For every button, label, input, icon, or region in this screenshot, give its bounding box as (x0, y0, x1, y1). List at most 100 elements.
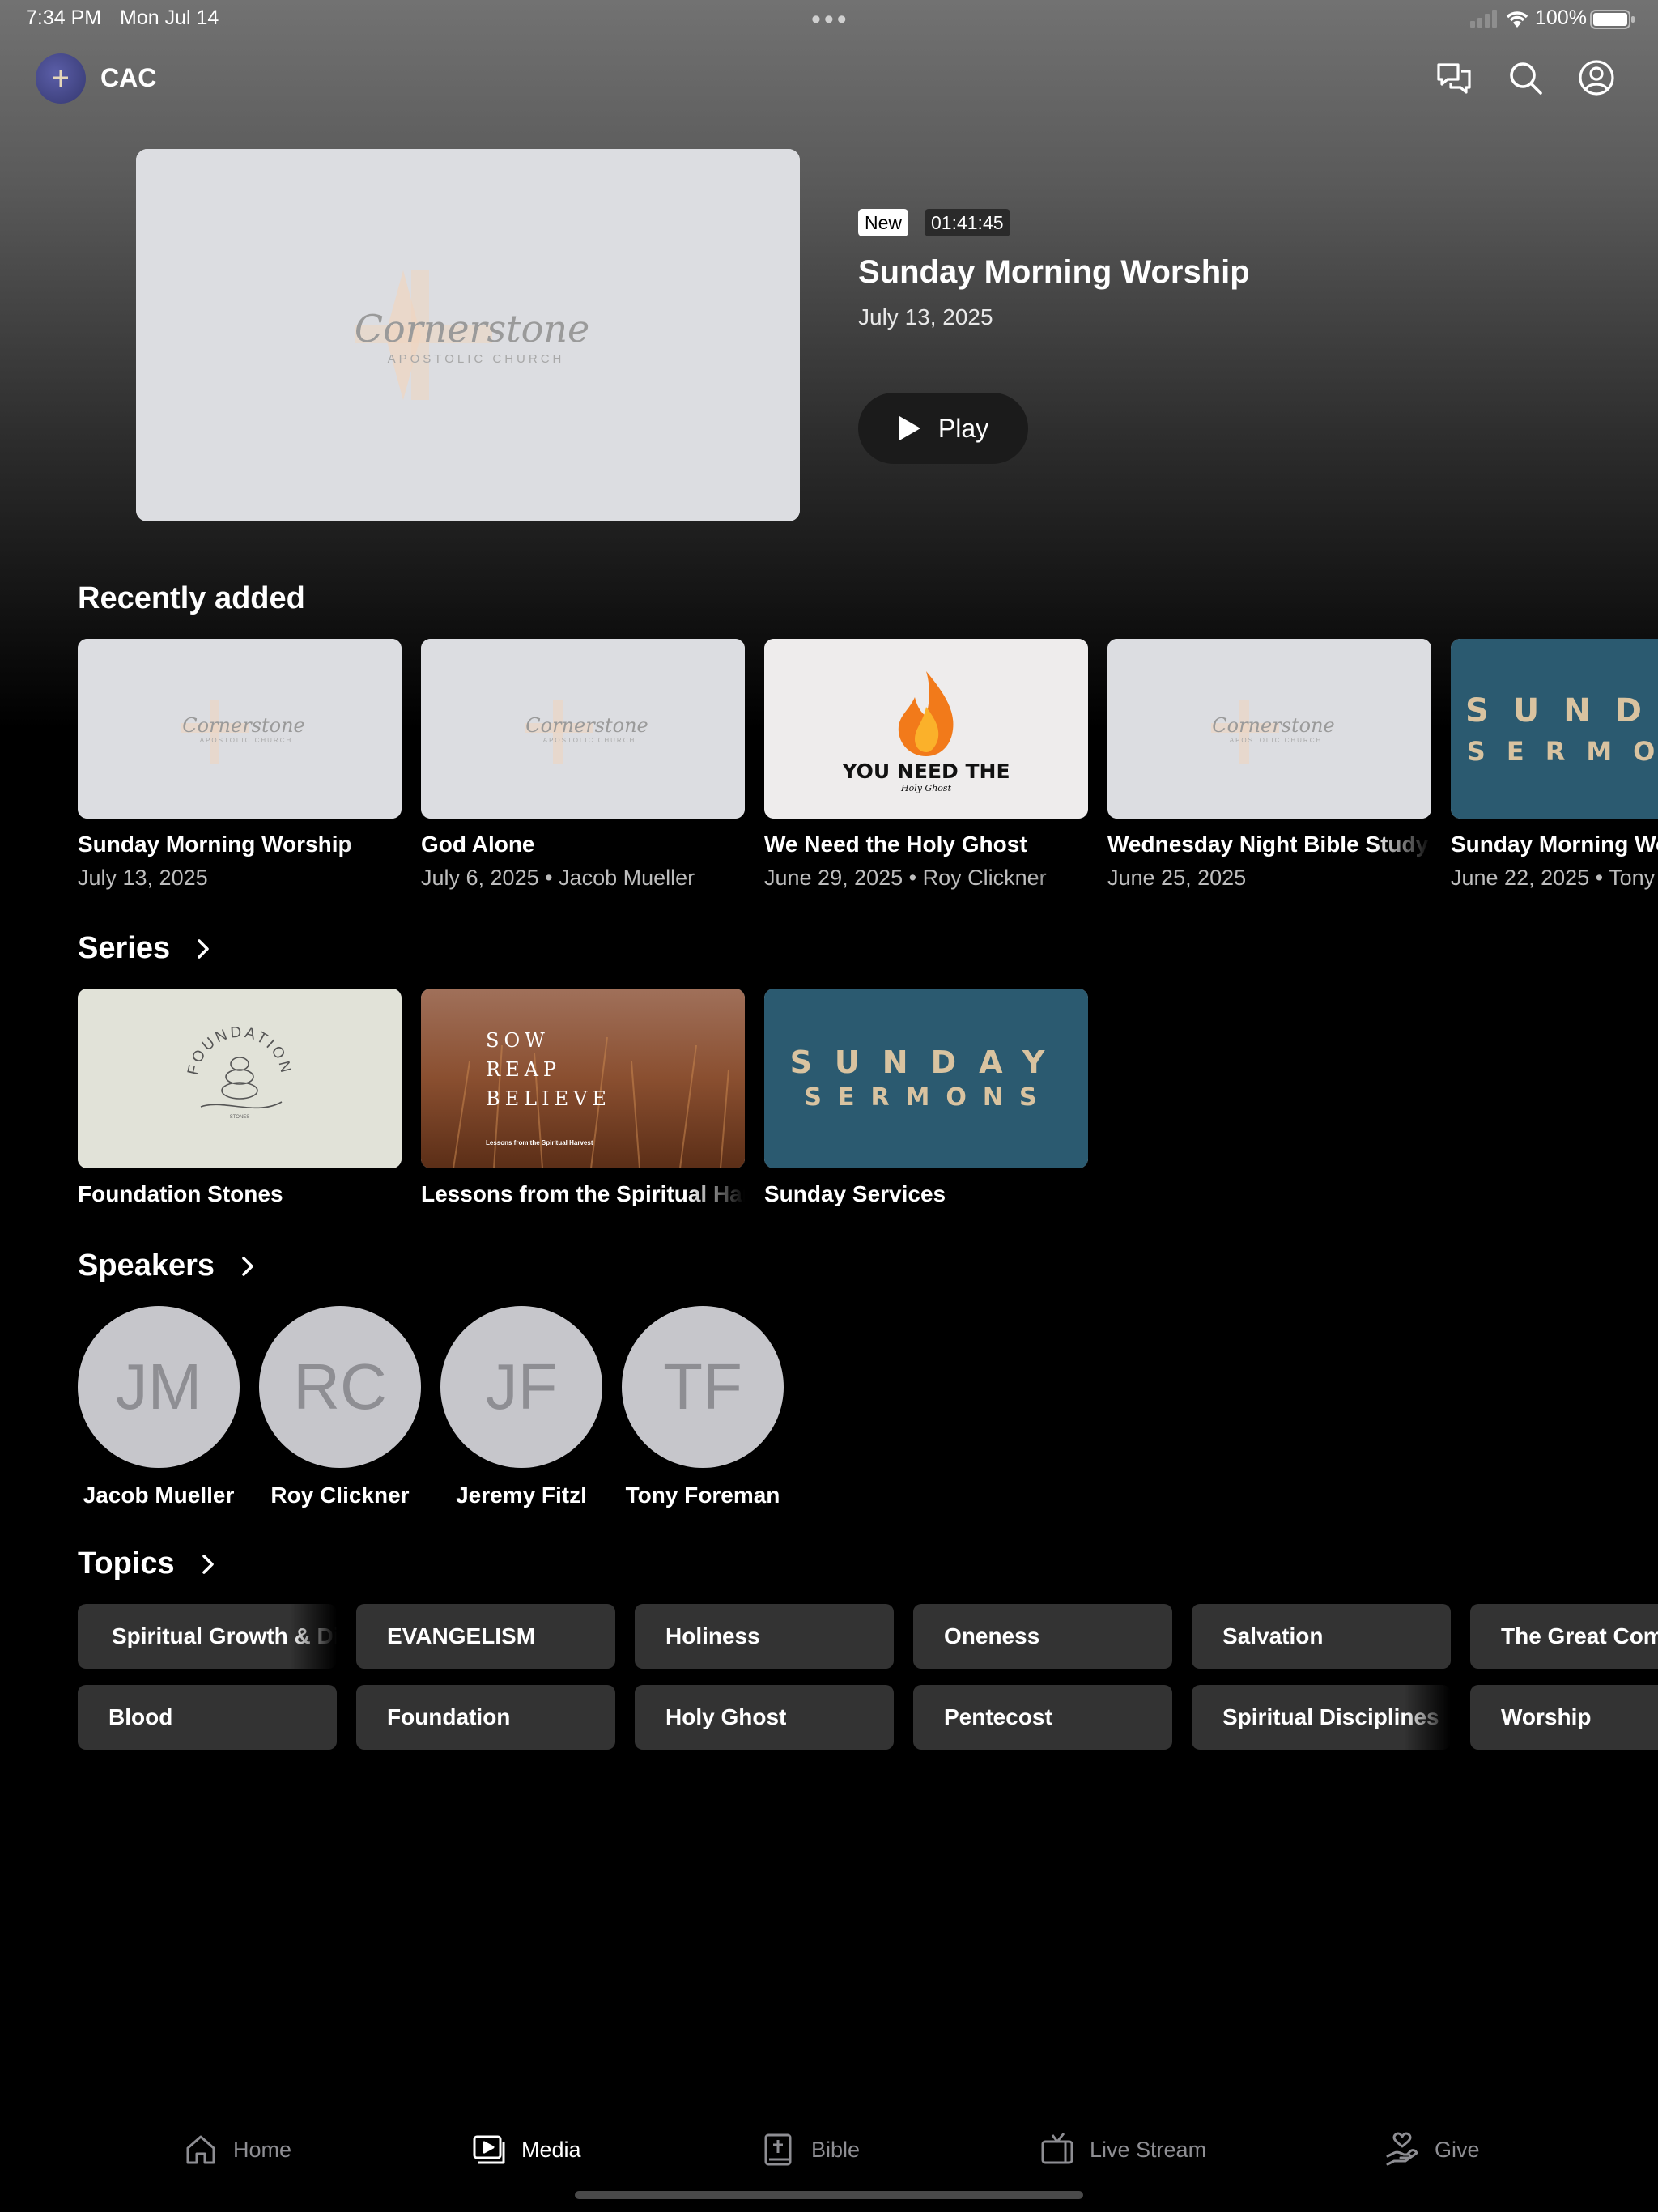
tab-label: Give (1435, 2137, 1480, 2162)
church-logo-avatar[interactable] (36, 53, 86, 104)
media-subtitle: July 6, 2025 • Jacob Mueller (421, 866, 695, 890)
speaker-avatar: TF (622, 1306, 784, 1468)
speaker-item[interactable]: TF Tony Foreman (622, 1306, 784, 1508)
play-label: Play (937, 413, 989, 443)
speaker-avatar: JF (440, 1306, 602, 1468)
profile-icon[interactable] (1577, 58, 1616, 97)
tab-media[interactable]: Media (471, 2128, 581, 2172)
speaker-item[interactable]: JM Jacob Mueller (78, 1306, 240, 1508)
svg-text:STONES: STONES (230, 1115, 250, 1120)
bible-icon (764, 2133, 792, 2166)
chevron-right-icon (198, 938, 209, 959)
media-title: Sunday Morning Worship (78, 832, 352, 857)
series-heading[interactable]: Series (78, 931, 214, 966)
tab-label: Bible (811, 2137, 861, 2162)
tab-bible[interactable]: Bible (761, 2128, 860, 2172)
cross-icon (53, 70, 68, 87)
svg-text:SUNDAY: SUNDAY (790, 1044, 1068, 1080)
search-icon[interactable] (1506, 58, 1545, 97)
topic-chip[interactable]: Salvation (1192, 1604, 1451, 1669)
topic-chip[interactable]: Oneness (913, 1604, 1172, 1669)
tab-home[interactable]: Home (183, 2128, 291, 2172)
featured-thumbnail[interactable]: Cornerstone APOSTOLIC CHURCH (136, 149, 800, 521)
media-card[interactable]: Cornerstone APOSTOLIC CHURCH Wednesday Ni… (1107, 639, 1431, 891)
topics-heading[interactable]: Topics (78, 1546, 219, 1581)
media-subtitle: July 13, 2025 (78, 866, 208, 890)
svg-text:APOSTOLIC CHURCH: APOSTOLIC CHURCH (1230, 737, 1323, 744)
media-title: Sunday Morning Worship (1451, 832, 1658, 857)
duration-badge: 01:41:45 (925, 209, 1010, 236)
status-time: 7:34 PM (26, 6, 102, 29)
topic-chip[interactable]: Holiness (635, 1604, 894, 1669)
speaker-name: Tony Foreman (625, 1482, 780, 1508)
svg-text:Holy Ghost: Holy Ghost (900, 783, 952, 793)
status-date: Mon Jul 14 (120, 6, 219, 29)
app-brand: CAC (100, 63, 157, 92)
media-icon (473, 2135, 505, 2164)
svg-text:BELIEVE: BELIEVE (486, 1087, 611, 1110)
new-badge: New (858, 209, 909, 236)
svg-text:REAP: REAP (486, 1058, 561, 1081)
media-thumbnail: SUNDAY SERMONS (1451, 639, 1658, 819)
speaker-item[interactable]: RC Roy Clickner (259, 1306, 421, 1508)
media-card[interactable]: SUNDAY SERMONS Sunday Morning Worship Ju… (1451, 639, 1658, 891)
series-thumbnail: FOUNDATION STONES (78, 989, 402, 1168)
svg-text:SERMONS: SERMONS (1467, 736, 1658, 767)
svg-text:Cornerstone: Cornerstone (525, 714, 648, 737)
media-title: God Alone (421, 832, 535, 857)
hero-thumb-sub: APOSTOLIC CHURCH (388, 352, 565, 366)
series-thumbnail: SUNDAY SERMONS (764, 989, 1088, 1168)
speaker-name: Roy Clickner (270, 1482, 410, 1508)
messages-icon[interactable] (1435, 58, 1473, 97)
speaker-avatar: RC (259, 1306, 421, 1468)
media-thumbnail: YOU NEED THE Holy Ghost (764, 639, 1088, 819)
tab-live-stream[interactable]: Live Stream (1039, 2128, 1206, 2172)
recently-added-heading: Recently added (78, 581, 305, 615)
topic-chip[interactable]: Foundation (356, 1685, 615, 1750)
topic-chip[interactable]: EVANGELISM (356, 1604, 615, 1669)
give-icon (1386, 2132, 1418, 2166)
topic-chip[interactable]: Blood (78, 1685, 337, 1750)
home-indicator[interactable] (575, 2191, 1083, 2199)
media-thumbnail: Cornerstone APOSTOLIC CHURCH (78, 639, 402, 819)
wifi-icon (1504, 8, 1530, 33)
tab-label: Live Stream (1090, 2137, 1207, 2162)
media-thumbnail: Cornerstone APOSTOLIC CHURCH (421, 639, 745, 819)
topic-chip[interactable]: The Great Commission (1470, 1604, 1658, 1669)
multitasking-dots-icon[interactable]: ••• (811, 6, 850, 33)
svg-text:Lessons from the Spiritual Har: Lessons from the Spiritual Harvest (486, 1139, 593, 1146)
play-button[interactable]: Play (858, 393, 1028, 464)
svg-text:APOSTOLIC CHURCH: APOSTOLIC CHURCH (200, 737, 293, 744)
topic-chip[interactable]: Spiritual Growth & Discipleship (78, 1604, 337, 1669)
speakers-heading[interactable]: Speakers (78, 1249, 258, 1283)
media-subtitle: June 29, 2025 • Roy Clickner (764, 866, 1047, 890)
tab-label: Home (233, 2137, 292, 2162)
series-title: Lessons from the Spiritual Harvest (421, 1181, 745, 1206)
svg-text:SUNDAY: SUNDAY (1465, 692, 1658, 730)
topic-chip[interactable]: Pentecost (913, 1685, 1172, 1750)
media-card[interactable]: Cornerstone APOSTOLIC CHURCH God Alone Ju… (421, 639, 745, 891)
series-title: Foundation Stones (78, 1181, 283, 1206)
topic-chip[interactable]: Holy Ghost (635, 1685, 894, 1750)
signal-icon (1470, 10, 1499, 32)
topic-chip[interactable]: Worship (1470, 1685, 1658, 1750)
topic-chip[interactable]: Spiritual Disciplines (1192, 1685, 1451, 1750)
speaker-name: Jacob Mueller (83, 1482, 235, 1508)
tab-give[interactable]: Give (1384, 2128, 1480, 2172)
battery-icon (1590, 10, 1635, 33)
speaker-avatar: JM (78, 1306, 240, 1468)
series-card[interactable]: FOUNDATION STONES Foundation Stones (78, 989, 402, 1207)
media-card[interactable]: YOU NEED THE Holy Ghost We Need the Holy… (764, 639, 1088, 891)
series-card[interactable]: SUNDAY SERMONS Sunday Services (764, 989, 1088, 1207)
media-title: We Need the Holy Ghost (764, 832, 1027, 857)
series-card[interactable]: SOW REAP BELIEVE Lessons from the Spirit… (421, 989, 745, 1207)
battery-percent: 100% (1535, 6, 1587, 29)
media-card[interactable]: Cornerstone APOSTOLIC CHURCH Sunday Morni… (78, 639, 402, 891)
hero-thumb-word: Cornerstone (355, 307, 589, 351)
svg-text:SERMONS: SERMONS (804, 1083, 1052, 1112)
media-subtitle: June 22, 2025 • Tony Foreman (1451, 866, 1658, 890)
featured-title[interactable]: Sunday Morning Worship (858, 254, 1250, 291)
speaker-item[interactable]: JF Jeremy Fitzl (440, 1306, 602, 1508)
media-title: Wednesday Night Bible Study (1107, 832, 1429, 857)
series-thumbnail: SOW REAP BELIEVE Lessons from the Spirit… (421, 989, 745, 1168)
